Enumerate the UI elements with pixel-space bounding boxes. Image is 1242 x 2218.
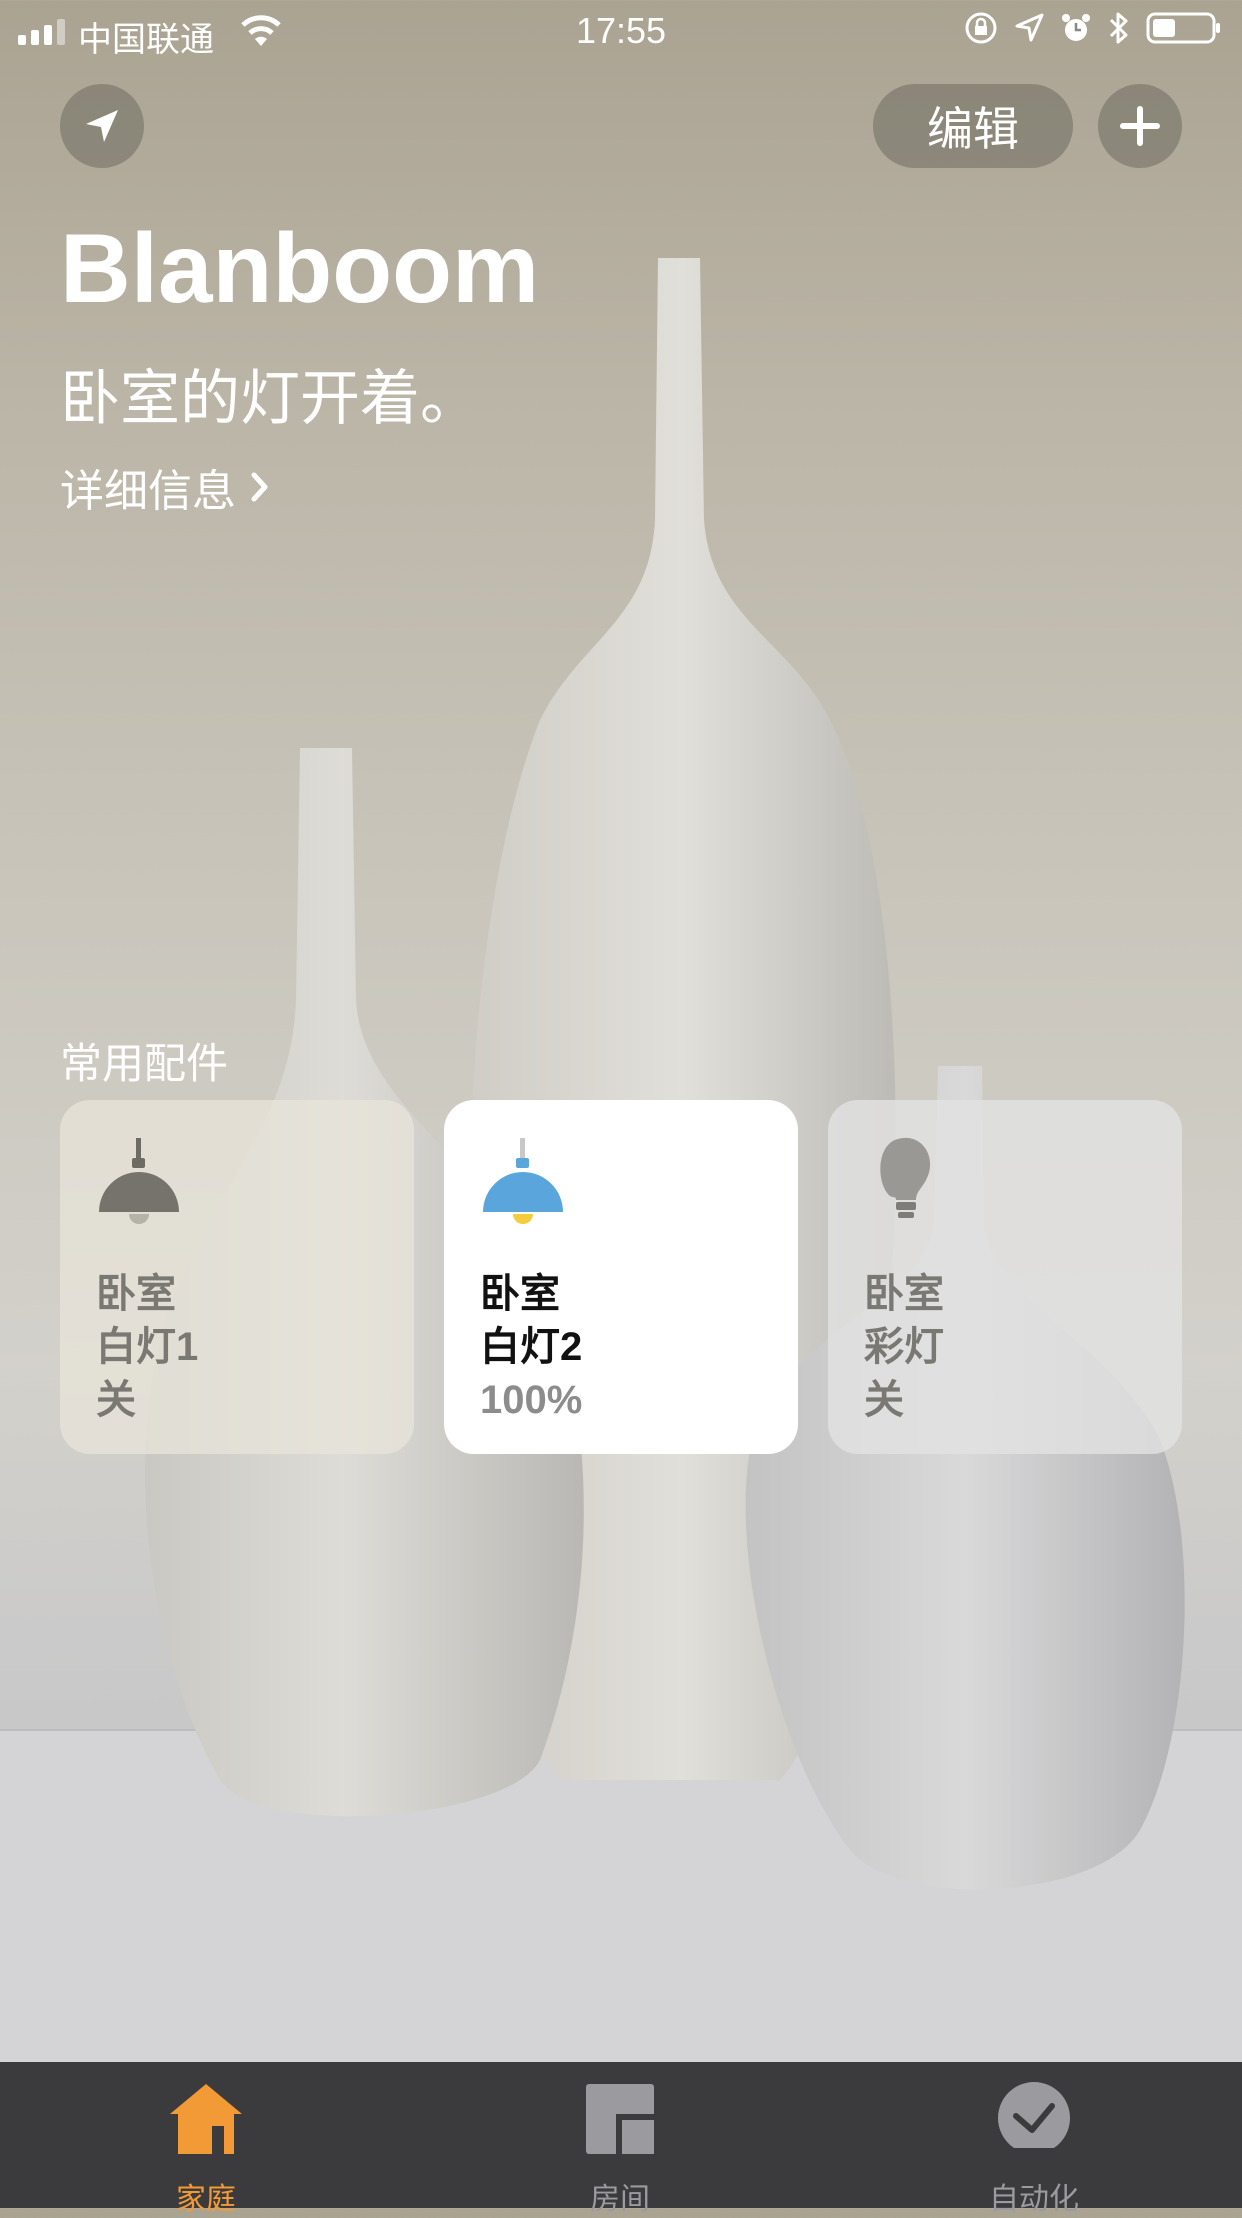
add-button[interactable] (1098, 84, 1182, 168)
home-status-summary: 卧室的灯开着。 (60, 365, 480, 432)
tab-home[interactable]: 家庭 (106, 2062, 306, 2216)
accessory-tile[interactable]: 卧室 白灯1 关 (60, 1100, 414, 1454)
tab-rooms[interactable]: 房间 (520, 2062, 720, 2216)
chevron-right-icon (251, 472, 268, 502)
tile-room: 卧室 (480, 1272, 560, 1316)
rooms-icon (586, 2084, 654, 2154)
automation-icon (994, 2082, 1074, 2160)
alarm-icon (1062, 14, 1090, 41)
tab-label: 房间 (590, 2183, 650, 2216)
house-icon (170, 2084, 242, 2154)
tile-name: 白灯2 (480, 1325, 583, 1369)
location-arrow-icon (86, 110, 118, 142)
light-bulb-icon (880, 1137, 931, 1218)
tile-state: 关 (96, 1378, 136, 1422)
tab-label: 自动化 (989, 2183, 1079, 2216)
favorites-section-title: 常用配件 (60, 1040, 229, 1087)
location-button[interactable] (60, 84, 144, 168)
tile-name: 白灯1 (96, 1325, 199, 1369)
pendant-lamp-on-icon (483, 1138, 563, 1224)
tab-bar: 家庭 房间 自动化 (0, 2062, 1242, 2216)
edit-button[interactable]: 编辑 (873, 84, 1073, 168)
plus-icon (1120, 106, 1160, 146)
tile-room: 卧室 (96, 1272, 176, 1316)
details-link-label: 详细信息 (60, 467, 236, 516)
battery-icon (1146, 12, 1220, 44)
status-bar: 中国联通 17:55 (0, 0, 1242, 62)
tile-name: 彩灯 (864, 1325, 944, 1369)
orientation-lock-icon (965, 12, 997, 44)
tile-room: 卧室 (864, 1272, 944, 1316)
bluetooth-icon (1109, 12, 1128, 44)
location-services-icon (1015, 13, 1044, 42)
pendant-lamp-off-icon (99, 1138, 179, 1224)
home-title: Blanboom (60, 213, 540, 323)
tab-label: 家庭 (176, 2183, 236, 2216)
tile-state: 100% (480, 1378, 583, 1422)
accessory-tile[interactable]: 卧室 白灯2 100% (444, 1100, 798, 1454)
details-link[interactable]: 详细信息 (60, 455, 270, 519)
tab-automation[interactable]: 自动化 (934, 2062, 1134, 2216)
accessory-tile[interactable]: 卧室 彩灯 关 (828, 1100, 1182, 1454)
tile-state: 关 (864, 1378, 904, 1422)
